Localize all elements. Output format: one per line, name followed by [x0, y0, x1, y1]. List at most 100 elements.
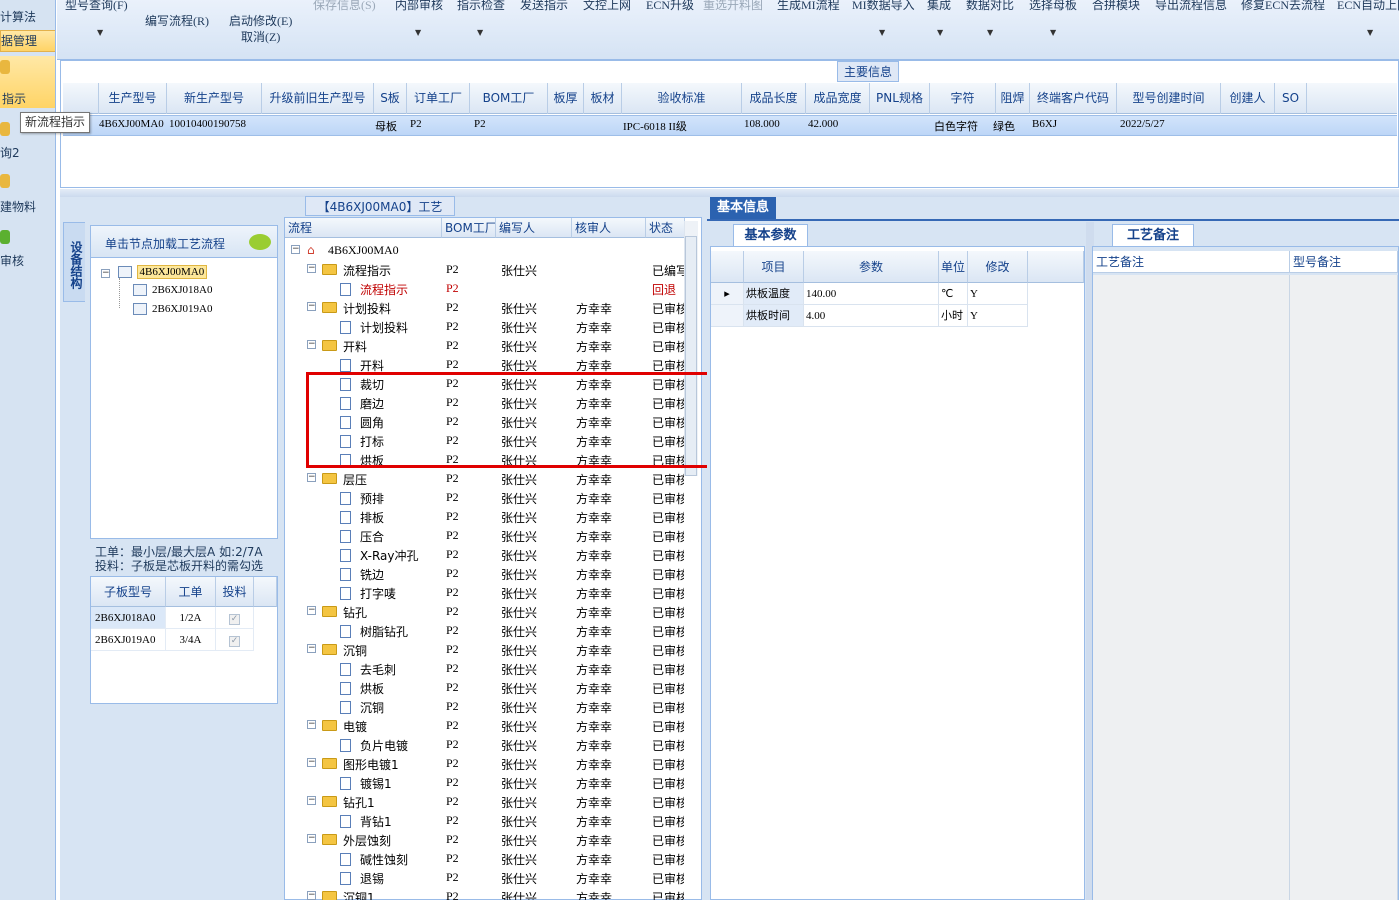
col-header[interactable]: PNL规格	[870, 83, 930, 114]
col-header[interactable]: 工艺备注	[1093, 251, 1290, 273]
sub-model-cell[interactable]: 2B6XJ018A0	[91, 607, 166, 629]
toolbar-fix-ecn[interactable]: 修复ECN去流程	[1241, 0, 1325, 13]
toolbar-export[interactable]: 导出流程信息	[1155, 0, 1227, 13]
process-row[interactable]: − 钻孔 P2 张仕兴 方幸幸 已审核	[285, 602, 685, 621]
col-header[interactable]: 状态	[646, 218, 685, 238]
model-remark-field[interactable]	[1290, 275, 1398, 900]
col-header[interactable]: 创建人	[1221, 83, 1275, 114]
cell-prod-model[interactable]: 4B6XJ00MA0	[99, 118, 164, 130]
col-header[interactable]: 板材	[584, 83, 622, 114]
nav-item-instruction[interactable]: 指示	[0, 56, 55, 108]
tree-node-child[interactable]: 2B6XJ018A0	[133, 284, 213, 297]
collapse-icon[interactable]: −	[101, 269, 110, 278]
collapse-icon[interactable]: −	[291, 245, 300, 254]
toolbar-doc-online[interactable]: 文控上网	[583, 0, 631, 13]
tab-device-structure[interactable]: 设备结构	[63, 222, 85, 302]
process-row[interactable]: − 沉铜1 P2 张仕兴 方幸幸 已审核	[285, 887, 685, 900]
process-row[interactable]: − 开料 P2 张仕兴 方幸幸 已审核	[285, 336, 685, 355]
toolbar-start-modify[interactable]: 启动修改(E)	[229, 12, 292, 29]
tab-basic-params[interactable]: 基本参数	[733, 224, 808, 246]
toolbar-mi-import[interactable]: MI数据导入	[852, 0, 915, 13]
param-item-cell[interactable]: 烘板温度	[744, 283, 804, 305]
col-header[interactable]: 核审人	[572, 218, 646, 238]
toolbar-merge[interactable]: 合拼模块	[1092, 0, 1140, 13]
col-header[interactable]: 子板型号	[91, 577, 166, 607]
chevron-down-icon[interactable]: ▼	[415, 28, 421, 37]
main-info-row[interactable]: 4B6XJ00MA0 10010400190758 母板 P2 P2 IPC-6…	[63, 115, 1397, 136]
process-row[interactable]: 沉铜 P2 张仕兴 方幸幸 已审核	[285, 697, 685, 716]
col-header[interactable]: BOM工厂	[470, 83, 548, 114]
process-remark-field[interactable]	[1093, 275, 1290, 900]
process-row[interactable]: 预排 P2 张仕兴 方幸幸 已审核	[285, 488, 685, 507]
chevron-down-icon[interactable]: ▼	[1367, 28, 1373, 37]
process-row[interactable]: − 计划投料 P2 张仕兴 方幸幸 已审核	[285, 298, 685, 317]
process-row[interactable]: 树脂钻孔 P2 张仕兴 方幸幸 已审核	[285, 621, 685, 640]
process-row[interactable]: − 沉铜 P2 张仕兴 方幸幸 已审核	[285, 640, 685, 659]
nav-item-calc[interactable]: 计算法	[0, 8, 55, 25]
col-header[interactable]: 升级前旧生产型号	[262, 83, 374, 114]
process-row[interactable]: − 流程指示 P2 张仕兴 已编写	[285, 260, 685, 279]
splitter[interactable]	[60, 189, 1399, 197]
col-header[interactable]: 板厚	[548, 83, 584, 114]
col-header[interactable]: 型号备注	[1290, 251, 1398, 273]
toolbar-ecn-upgrade[interactable]: ECN升级	[646, 0, 694, 13]
process-row[interactable]: − 电镀 P2 张仕兴 方幸幸 已审核	[285, 716, 685, 735]
col-header[interactable]: 字符	[930, 83, 996, 114]
col-header[interactable]: 成品宽度	[806, 83, 870, 114]
cell-length[interactable]: 108.000	[744, 118, 780, 130]
param-mod-cell[interactable]: Y	[968, 283, 1028, 305]
col-header[interactable]: BOM工厂	[442, 218, 496, 238]
nav-item-review[interactable]: 审核	[0, 226, 55, 270]
sub-order-cell[interactable]: 3/4A	[166, 629, 216, 651]
chevron-down-icon[interactable]: ▼	[1050, 28, 1056, 37]
param-unit-cell[interactable]: 小时	[939, 305, 968, 327]
cell-new-model[interactable]: 10010400190758	[169, 118, 246, 130]
toolbar-internal-review[interactable]: 内部审核	[395, 0, 443, 13]
cell-customer[interactable]: B6XJ	[1032, 118, 1057, 130]
feed-checkbox[interactable]: ✓	[216, 607, 254, 629]
process-row[interactable]: 流程指示 P2 回退	[285, 279, 685, 298]
chevron-down-icon[interactable]: ▼	[937, 28, 943, 37]
process-root-row[interactable]: − ⌂ 4B6XJ00MA0	[285, 241, 685, 260]
col-header[interactable]: 工单	[166, 577, 216, 607]
process-row[interactable]: 去毛刺 P2 张仕兴 方幸幸 已审核	[285, 659, 685, 678]
toolbar-compare[interactable]: 数据对比	[966, 0, 1014, 13]
nav-item-data-mgmt[interactable]: 据管理	[0, 30, 55, 52]
col-header[interactable]: 编写人	[496, 218, 572, 238]
cell-bom-factory[interactable]: P2	[474, 118, 486, 130]
process-row[interactable]: X-Ray冲孔 P2 张仕兴 方幸幸 已审核	[285, 545, 685, 564]
process-row[interactable]: 压合 P2 张仕兴 方幸幸 已审核	[285, 526, 685, 545]
col-header[interactable]: 投料	[216, 577, 254, 607]
chevron-down-icon[interactable]: ▼	[97, 28, 103, 37]
toolbar-reselect[interactable]: 重选开料图	[703, 0, 763, 13]
toolbar-model-query[interactable]: 型号查询(F)	[65, 0, 128, 13]
chevron-down-icon[interactable]: ▼	[477, 28, 483, 37]
nav-item-material[interactable]: 建物料	[0, 172, 55, 216]
col-header[interactable]: 修改	[968, 251, 1028, 283]
cell-width[interactable]: 42.000	[808, 118, 838, 130]
col-header[interactable]: 订单工厂	[407, 83, 470, 114]
col-header[interactable]: 阻焊	[996, 83, 1030, 114]
col-header[interactable]: 单位	[939, 251, 968, 283]
toolbar-select-mother[interactable]: 选择母板	[1029, 0, 1077, 13]
col-header[interactable]: 新生产型号	[167, 83, 262, 114]
toolbar-ecn-auto[interactable]: ECN自动上网	[1337, 0, 1399, 13]
cell-char[interactable]: 白色字符	[934, 118, 978, 134]
cell-standard[interactable]: IPC-6018 II级	[623, 118, 687, 134]
toolbar-cancel[interactable]: 取消(Z)	[241, 28, 280, 45]
col-header[interactable]: SO	[1275, 83, 1307, 114]
cell-solder[interactable]: 绿色	[993, 118, 1015, 134]
cell-order-factory[interactable]: P2	[410, 118, 422, 130]
col-header[interactable]: 成品长度	[742, 83, 806, 114]
toolbar-write-flow[interactable]: 编写流程(R)	[145, 12, 209, 29]
col-header[interactable]: 参数	[804, 251, 939, 283]
param-item-cell[interactable]: 烘板时间	[744, 305, 804, 327]
col-header[interactable]: S板	[374, 83, 407, 114]
col-header[interactable]: 生产型号	[99, 83, 167, 114]
param-mod-cell[interactable]: Y	[968, 305, 1028, 327]
process-row[interactable]: 背钻1 P2 张仕兴 方幸幸 已审核	[285, 811, 685, 830]
process-row[interactable]: 打字唛 P2 张仕兴 方幸幸 已审核	[285, 583, 685, 602]
param-value-cell[interactable]: 4.00	[804, 305, 939, 327]
tree-node-child[interactable]: 2B6XJ019A0	[133, 303, 213, 316]
tab-process-remark[interactable]: 工艺备注	[1112, 224, 1194, 246]
